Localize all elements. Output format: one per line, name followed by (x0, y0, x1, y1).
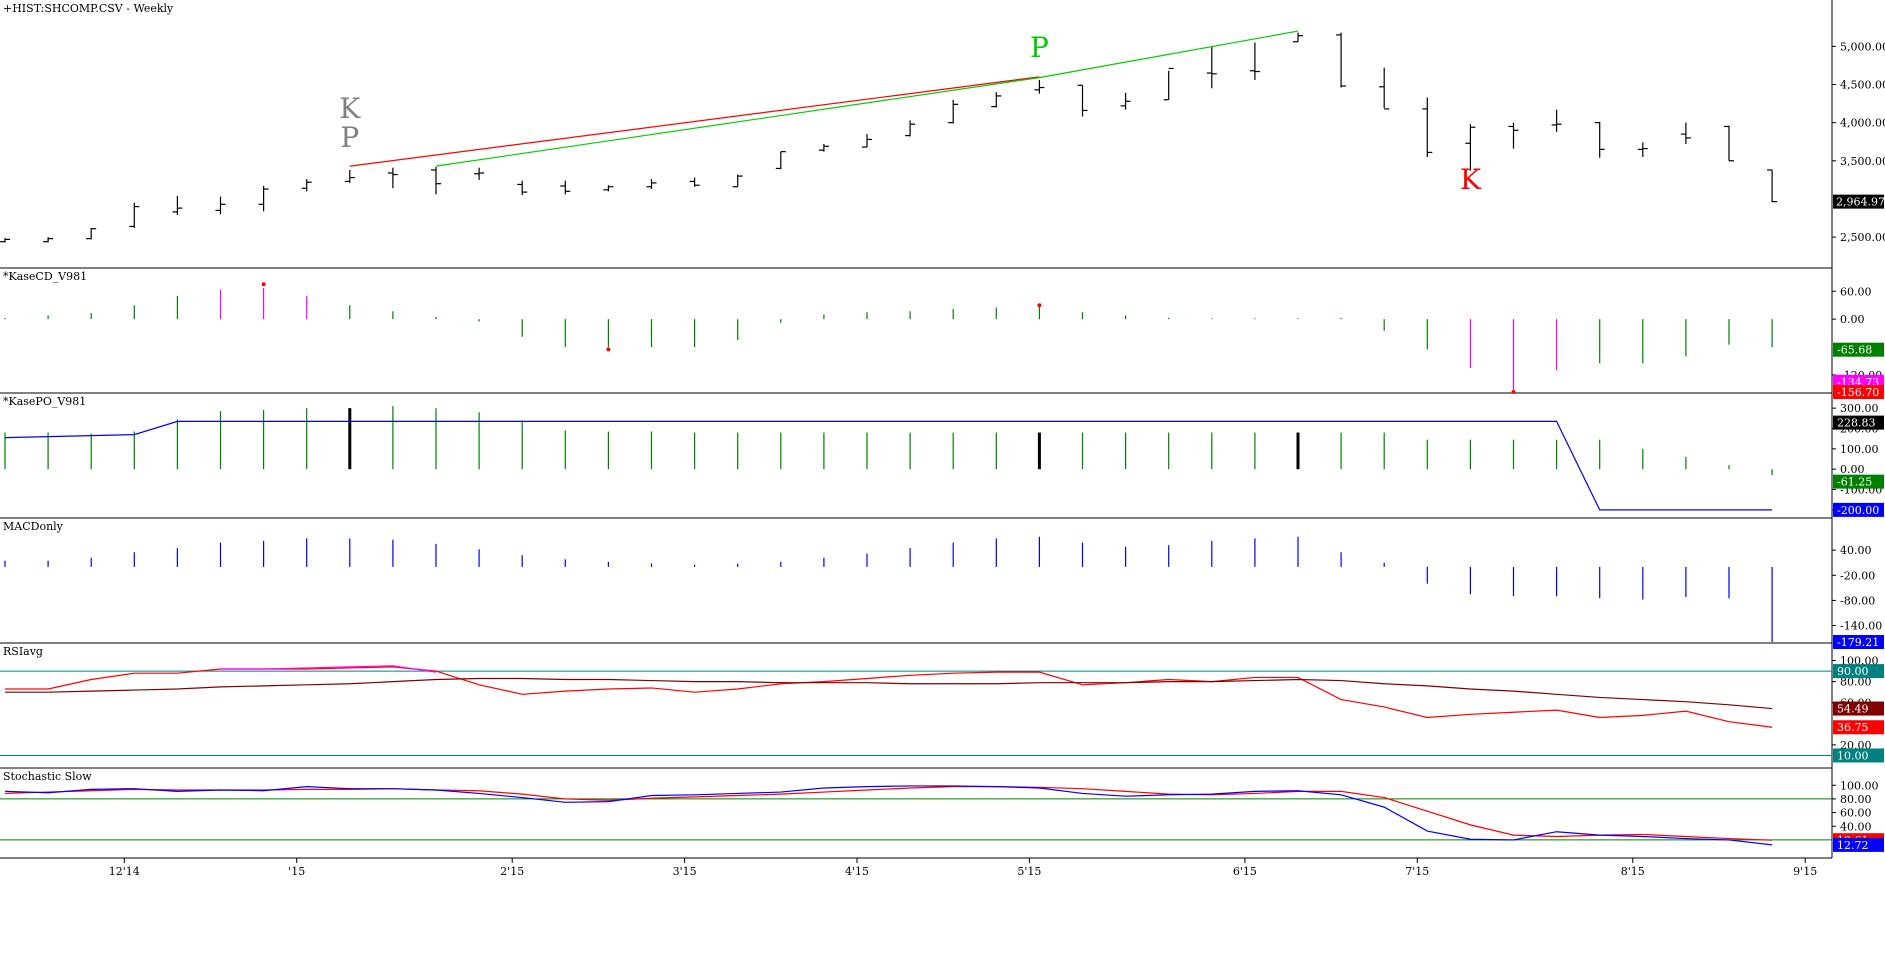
x-tick-label: 8'15 (1621, 865, 1645, 878)
signal-dot (1037, 303, 1042, 308)
svg-text:-156.70: -156.70 (1837, 386, 1879, 399)
x-tick-label: 12'14 (109, 865, 140, 878)
svg-text:-65.68: -65.68 (1837, 344, 1872, 357)
pane-title: +HIST:SHCOMP.CSV - Weekly (3, 2, 174, 15)
wave-annotation: K (1460, 163, 1482, 196)
svg-text:-61.25: -61.25 (1837, 476, 1872, 489)
y-tick-label: 5,000.00 (1840, 40, 1885, 53)
x-tick-label: 5'15 (1017, 865, 1041, 878)
value-badge: 36.75 (1833, 720, 1884, 735)
pane-title: RSIavg (3, 645, 43, 658)
y-tick-label: 100.00 (1840, 779, 1879, 792)
signal-dot (261, 282, 266, 287)
value-badge: -200.00 (1833, 502, 1884, 517)
pane-title: MACDonly (3, 520, 64, 533)
y-tick-label: 4,500.00 (1840, 78, 1885, 91)
svg-text:10.00: 10.00 (1837, 749, 1869, 762)
y-tick-label: 80.00 (1840, 793, 1872, 806)
value-badge: 12.72 (1833, 837, 1884, 852)
svg-text:-200.00: -200.00 (1837, 504, 1879, 517)
svg-text:54.49: 54.49 (1837, 703, 1869, 716)
y-tick-label: 40.00 (1840, 820, 1872, 833)
x-tick-label: 3'15 (673, 865, 697, 878)
y-tick-label: 0.00 (1840, 313, 1865, 326)
y-tick-label: 2,500.00 (1840, 231, 1885, 244)
y-tick-label: 300.00 (1840, 402, 1879, 415)
background (0, 0, 1885, 968)
wave-annotation: P (340, 121, 359, 154)
x-tick-label: 9'15 (1793, 865, 1817, 878)
y-tick-label: 60.00 (1840, 807, 1872, 820)
value-badge: 54.49 (1833, 701, 1884, 716)
svg-text:36.75: 36.75 (1837, 721, 1869, 734)
y-tick-label: 4,000.00 (1840, 117, 1885, 130)
y-tick-label: -20.00 (1840, 569, 1875, 582)
y-tick-label: -80.00 (1840, 594, 1875, 607)
value-badge: -179.21 (1833, 635, 1884, 649)
svg-text:12.72: 12.72 (1837, 839, 1869, 852)
chart-canvas[interactable]: 12'14 '15 2'15 3'15 4'15 5'15 6'15 7'15 8'15 9'15… (0, 0, 1885, 968)
x-tick-label: 4'15 (845, 865, 869, 878)
last-price-badge: 2,964.97 (1833, 194, 1885, 209)
svg-text:-179.21: -179.21 (1837, 636, 1879, 649)
y-tick-label: 60.00 (1840, 285, 1872, 298)
value-badge: 228.83 (1833, 415, 1884, 430)
x-tick-label: 2'15 (500, 865, 524, 878)
x-tick-label: 7'15 (1405, 865, 1429, 878)
y-tick-label: 40.00 (1840, 544, 1872, 557)
pane-title: *KaseCD_V981 (3, 270, 87, 283)
signal-dot (606, 347, 611, 352)
y-tick-label: 0.00 (1840, 463, 1865, 476)
svg-text:90.00: 90.00 (1837, 665, 1869, 678)
svg-text:2,964.97: 2,964.97 (1836, 196, 1885, 209)
y-tick-label: 3,500.00 (1840, 155, 1885, 168)
pane-title: *KasePO_V981 (3, 395, 86, 408)
value-badge: -65.68 (1833, 342, 1884, 357)
value-badge: 10.00 (1833, 748, 1884, 763)
x-tick-label: '15 (288, 865, 305, 878)
pane-title: Stochastic Slow (3, 770, 92, 783)
x-tick-label: 6'15 (1233, 865, 1257, 878)
svg-text:228.83: 228.83 (1837, 417, 1876, 430)
signal-dot (1511, 390, 1516, 394)
value-badge: -61.25 (1833, 474, 1884, 489)
y-tick-label: 100.00 (1840, 443, 1879, 456)
wave-annotation: P (1030, 31, 1049, 64)
value-badge: 90.00 (1833, 664, 1884, 679)
y-tick-label: -140.00 (1840, 620, 1882, 633)
value-badge: -156.70 (1833, 385, 1884, 399)
